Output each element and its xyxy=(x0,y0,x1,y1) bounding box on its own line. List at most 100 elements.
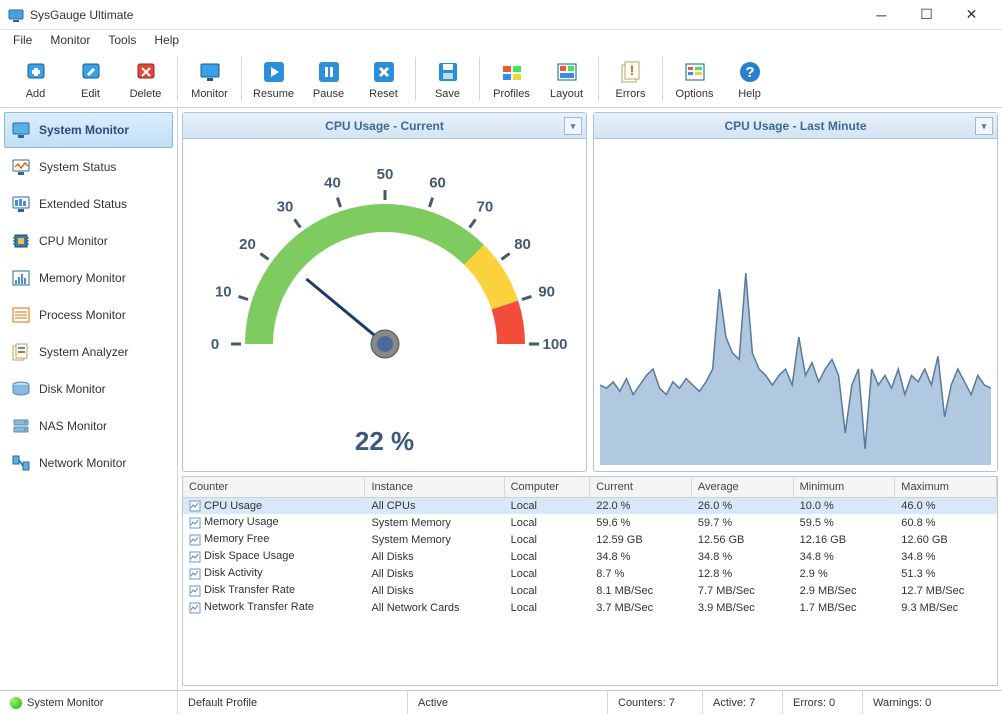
chart-panel-dropdown[interactable]: ▾ xyxy=(975,117,993,135)
table-cell: All Disks xyxy=(365,582,504,599)
toolbar-label: Save xyxy=(435,88,460,100)
toolbar-options-button[interactable]: Options xyxy=(667,53,722,105)
status-profile: Default Profile xyxy=(178,691,408,714)
table-cell: 12.60 GB xyxy=(895,531,997,548)
sidebar-item-label: Network Monitor xyxy=(39,456,126,470)
table-cell: 46.0 % xyxy=(895,497,997,514)
col-maximum[interactable]: Maximum xyxy=(895,477,997,497)
sidebar-item-network-monitor[interactable]: Network Monitor xyxy=(4,445,173,481)
memory-icon xyxy=(11,268,31,288)
menubar: FileMonitorToolsHelp xyxy=(0,30,1002,50)
gauge: 0102030405060708090100 22 % xyxy=(183,139,586,471)
table-cell: 34.8 % xyxy=(691,548,793,565)
toolbar-help-button[interactable]: ? Help xyxy=(722,53,777,105)
status-state: Active xyxy=(408,691,608,714)
table-row[interactable]: Memory UsageSystem MemoryLocal59.6 %59.7… xyxy=(183,514,997,531)
table-cell: 12.16 GB xyxy=(793,531,895,548)
svg-text:?: ? xyxy=(745,64,754,81)
sidebar-item-system-status[interactable]: System Status xyxy=(4,149,173,185)
toolbar-edit-button[interactable]: Edit xyxy=(63,53,118,105)
col-instance[interactable]: Instance xyxy=(365,477,504,497)
monitor-icon xyxy=(11,120,31,140)
col-minimum[interactable]: Minimum xyxy=(793,477,895,497)
gauge-panel-dropdown[interactable]: ▾ xyxy=(564,117,582,135)
extstatus-icon xyxy=(11,194,31,214)
col-current[interactable]: Current xyxy=(590,477,692,497)
table-cell: 26.0 % xyxy=(691,497,793,514)
status-counters: Counters: 7 xyxy=(608,691,703,714)
toolbar-label: Profiles xyxy=(493,88,530,100)
gauge-value-text: 22 % xyxy=(355,426,414,457)
toolbar-label: Resume xyxy=(253,88,294,100)
table-cell: 2.9 % xyxy=(793,565,895,582)
toolbar-monitor-button[interactable]: Monitor xyxy=(182,53,237,105)
toolbar-label: Reset xyxy=(369,88,398,100)
table-cell: Memory Usage xyxy=(183,514,365,531)
maximize-button[interactable]: ☐ xyxy=(904,1,949,29)
col-counter[interactable]: Counter xyxy=(183,477,365,497)
toolbar-save-button[interactable]: Save xyxy=(420,53,475,105)
table-cell: 12.59 GB xyxy=(590,531,692,548)
status-dot-icon xyxy=(10,697,22,709)
toolbar-separator xyxy=(479,57,480,101)
toolbar-add-button[interactable]: Add xyxy=(8,53,63,105)
table-cell: 12.8 % xyxy=(691,565,793,582)
table-cell: Memory Free xyxy=(183,531,365,548)
sidebar-item-system-monitor[interactable]: System Monitor xyxy=(4,112,173,148)
table-cell: All Network Cards xyxy=(365,599,504,616)
close-button[interactable]: ✕ xyxy=(949,1,994,29)
table-cell: System Memory xyxy=(365,531,504,548)
resume-icon xyxy=(260,58,288,86)
sidebar-item-label: Memory Monitor xyxy=(39,271,126,285)
chart-panel-title: CPU Usage - Last Minute xyxy=(724,119,866,133)
minimize-button[interactable]: ─ xyxy=(859,1,904,29)
toolbar-separator xyxy=(662,57,663,101)
toolbar-pause-button[interactable]: Pause xyxy=(301,53,356,105)
table-row[interactable]: Disk Transfer RateAll DisksLocal8.1 MB/S… xyxy=(183,582,997,599)
sidebar-item-label: Extended Status xyxy=(39,197,127,211)
table-cell: 59.6 % xyxy=(590,514,692,531)
table-cell: Disk Activity xyxy=(183,565,365,582)
sidebar-item-cpu-monitor[interactable]: CPU Monitor xyxy=(4,223,173,259)
sidebar-item-extended-status[interactable]: Extended Status xyxy=(4,186,173,222)
sidebar-item-system-analyzer[interactable]: System Analyzer xyxy=(4,334,173,370)
status-mode-label: System Monitor xyxy=(27,697,103,709)
nas-icon xyxy=(11,416,31,436)
svg-text:70: 70 xyxy=(476,198,493,215)
reset-icon xyxy=(370,58,398,86)
sidebar-item-memory-monitor[interactable]: Memory Monitor xyxy=(4,260,173,296)
toolbar-errors-button[interactable]: !Errors xyxy=(603,53,658,105)
table-row[interactable]: Memory FreeSystem MemoryLocal12.59 GB12.… xyxy=(183,531,997,548)
toolbar-resume-button[interactable]: Resume xyxy=(246,53,301,105)
sidebar-item-disk-monitor[interactable]: Disk Monitor xyxy=(4,371,173,407)
table-row[interactable]: CPU UsageAll CPUsLocal22.0 %26.0 %10.0 %… xyxy=(183,497,997,514)
svg-text:!: ! xyxy=(629,62,634,78)
counter-icon xyxy=(189,551,201,563)
menu-file[interactable]: File xyxy=(6,31,39,49)
col-computer[interactable]: Computer xyxy=(504,477,590,497)
counter-icon xyxy=(189,585,201,597)
toolbar-layout-button[interactable]: Layout xyxy=(539,53,594,105)
toolbar-label: Edit xyxy=(81,88,100,100)
counter-icon xyxy=(189,500,201,512)
table-cell: Disk Space Usage xyxy=(183,548,365,565)
sidebar-item-process-monitor[interactable]: Process Monitor xyxy=(4,297,173,333)
toolbar-separator xyxy=(598,57,599,101)
toolbar-label: Help xyxy=(738,88,761,100)
svg-text:40: 40 xyxy=(324,174,341,191)
counter-icon xyxy=(189,534,201,546)
table-row[interactable]: Disk ActivityAll DisksLocal8.7 %12.8 %2.… xyxy=(183,565,997,582)
toolbar-profiles-button[interactable]: Profiles xyxy=(484,53,539,105)
toolbar-reset-button[interactable]: Reset xyxy=(356,53,411,105)
table-cell: All Disks xyxy=(365,565,504,582)
table-row[interactable]: Network Transfer RateAll Network CardsLo… xyxy=(183,599,997,616)
table-cell: 12.7 MB/Sec xyxy=(895,582,997,599)
menu-help[interactable]: Help xyxy=(147,31,186,49)
sidebar-item-nas-monitor[interactable]: NAS Monitor xyxy=(4,408,173,444)
table-cell: CPU Usage xyxy=(183,497,365,514)
menu-monitor[interactable]: Monitor xyxy=(43,31,97,49)
toolbar-delete-button[interactable]: Delete xyxy=(118,53,173,105)
menu-tools[interactable]: Tools xyxy=(101,31,143,49)
col-average[interactable]: Average xyxy=(691,477,793,497)
table-row[interactable]: Disk Space UsageAll DisksLocal34.8 %34.8… xyxy=(183,548,997,565)
